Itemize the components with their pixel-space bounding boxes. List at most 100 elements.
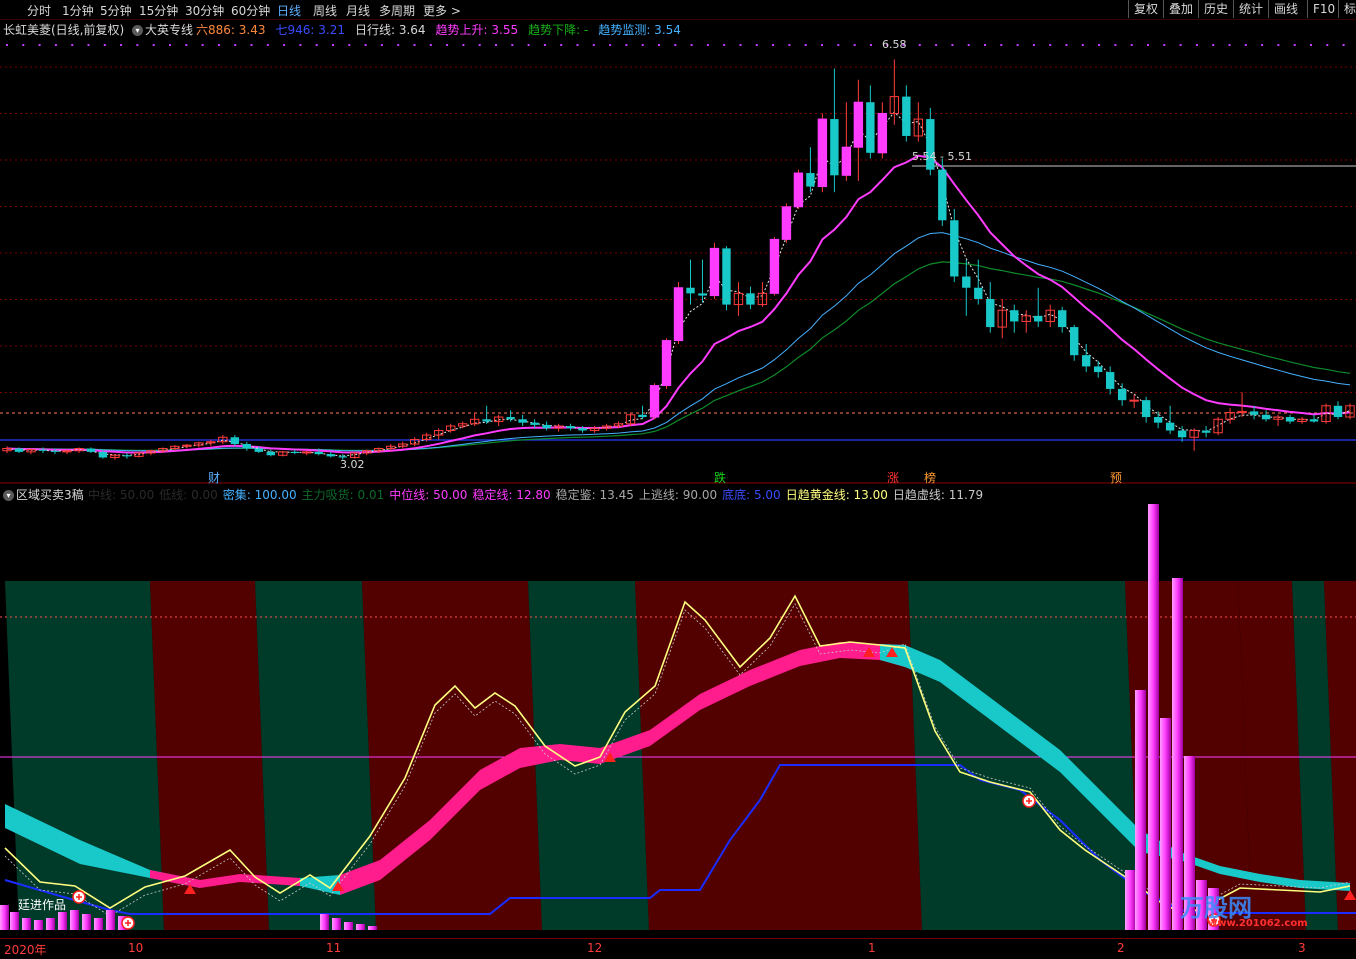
indicator-value: 中位线: 50.00 bbox=[389, 488, 468, 502]
dot-marker bbox=[6, 44, 8, 46]
tab-10[interactable]: 更多 > bbox=[423, 2, 461, 19]
candle-body bbox=[806, 173, 815, 187]
candle-body bbox=[673, 287, 684, 342]
candle-body bbox=[986, 298, 995, 328]
stock-title: 长虹美菱(日线,前复权) bbox=[3, 23, 125, 37]
toolbar-button-1[interactable]: 叠加 bbox=[1163, 0, 1198, 18]
tab-5[interactable]: 60分钟 bbox=[231, 2, 270, 19]
dot-marker bbox=[250, 44, 253, 46]
dot-marker bbox=[446, 44, 449, 46]
volume-bar bbox=[82, 914, 91, 930]
dot-marker bbox=[185, 44, 188, 46]
volume-bar bbox=[10, 912, 19, 930]
dot-marker bbox=[592, 44, 595, 46]
volume-bar bbox=[106, 910, 115, 930]
dot-marker bbox=[1326, 44, 1329, 46]
tab-9[interactable]: 多周期 bbox=[379, 2, 415, 19]
dot-marker bbox=[87, 44, 90, 46]
dot-marker bbox=[625, 44, 628, 46]
candle-body bbox=[950, 220, 959, 277]
toolbar-button-5[interactable]: F10 bbox=[1307, 0, 1340, 18]
dot-marker bbox=[103, 44, 106, 46]
indicator-value: 趋势监测: 3.54 bbox=[598, 23, 681, 37]
tab-7[interactable]: 周线 bbox=[313, 2, 337, 19]
dot-marker bbox=[201, 44, 204, 46]
toolbar-button-4[interactable]: 画线 bbox=[1268, 0, 1303, 18]
candle-body bbox=[709, 247, 720, 297]
dot-marker bbox=[413, 44, 416, 46]
candle-body bbox=[1249, 411, 1259, 415]
settings-icon[interactable]: ▾ bbox=[132, 25, 144, 36]
dot-marker bbox=[462, 44, 465, 46]
dot-marker bbox=[1261, 44, 1264, 46]
indicator-value: 趋势上升: 3.55 bbox=[435, 23, 519, 37]
dot-marker bbox=[935, 44, 938, 46]
dot-marker bbox=[266, 44, 269, 46]
axis-label-month: 11 bbox=[326, 941, 342, 955]
candle-body bbox=[50, 450, 60, 452]
candle-body bbox=[506, 417, 515, 420]
dot-marker bbox=[951, 44, 954, 46]
dot-marker bbox=[1098, 44, 1101, 46]
volume-bar bbox=[70, 910, 79, 930]
tab-4[interactable]: 30分钟 bbox=[185, 2, 224, 19]
candle-body bbox=[566, 426, 575, 429]
axis-label-year: 2020年 bbox=[4, 943, 47, 957]
dot-marker bbox=[576, 44, 579, 46]
candle-body bbox=[877, 112, 888, 154]
dot-marker bbox=[1195, 44, 1198, 46]
indicator-value: 底底: 5.00 bbox=[722, 488, 781, 502]
dot-marker bbox=[511, 44, 514, 46]
dot-marker bbox=[674, 44, 677, 46]
axis-label-month: 3 bbox=[1298, 941, 1306, 955]
candle-body bbox=[1034, 315, 1043, 322]
zone-band bbox=[908, 581, 1139, 930]
toolbar-button-2[interactable]: 历史 bbox=[1198, 0, 1233, 18]
dot-marker bbox=[1212, 44, 1215, 46]
dot-marker bbox=[332, 44, 334, 46]
signal-marker: 榜 bbox=[924, 471, 937, 485]
dot-marker bbox=[1342, 44, 1345, 46]
signal-marker: 财 bbox=[208, 471, 221, 485]
tab-0[interactable]: 分时 bbox=[27, 2, 51, 19]
dot-marker bbox=[658, 44, 660, 46]
candle-body bbox=[242, 444, 252, 449]
date-axis: 2020年 10 11 12 1 2 3 bbox=[0, 938, 1356, 959]
toolbar-button-0[interactable]: 复权 bbox=[1128, 0, 1163, 18]
dot-marker bbox=[152, 44, 155, 46]
candle-body bbox=[853, 101, 864, 148]
dot-marker bbox=[364, 44, 367, 46]
candle-body bbox=[1165, 422, 1175, 431]
tab-8[interactable]: 月线 bbox=[346, 2, 370, 19]
tab-3[interactable]: 15分钟 bbox=[139, 2, 178, 19]
candle-body bbox=[1309, 419, 1319, 422]
volume-bar bbox=[344, 922, 353, 930]
dot-marker bbox=[821, 44, 823, 46]
candle-body bbox=[1117, 388, 1127, 401]
main-header: 长虹美菱(日线,前复权) ▾ 大英专线 bbox=[3, 21, 193, 38]
dot-marker bbox=[723, 44, 726, 46]
dot-marker bbox=[1065, 44, 1068, 46]
candle-body bbox=[817, 118, 828, 188]
tab-1[interactable]: 1分钟 bbox=[62, 2, 94, 19]
volume-bar bbox=[1135, 690, 1146, 930]
candle-body bbox=[1201, 430, 1211, 433]
indicator-value: 稳定线: 12.80 bbox=[472, 488, 551, 502]
tab-6[interactable]: 日线 bbox=[277, 2, 301, 19]
candle-body bbox=[661, 340, 672, 387]
toolbar-button-3[interactable]: 统计 bbox=[1233, 0, 1268, 18]
dot-marker bbox=[495, 44, 497, 46]
dot-marker bbox=[136, 44, 139, 46]
dot-marker bbox=[1147, 44, 1149, 46]
toolbar-button-6[interactable]: 标 bbox=[1338, 0, 1356, 18]
candle-body bbox=[290, 451, 299, 454]
indicator-value: 稳定鉴: 13.45 bbox=[555, 488, 634, 502]
volume-bar bbox=[1172, 578, 1183, 930]
settings-icon[interactable]: ▾ bbox=[3, 490, 14, 501]
zone-band bbox=[635, 581, 922, 930]
dot-marker bbox=[348, 44, 351, 46]
dot-marker bbox=[706, 44, 709, 46]
dot-marker bbox=[853, 44, 856, 46]
tab-2[interactable]: 5分钟 bbox=[100, 2, 132, 19]
dot-marker bbox=[169, 44, 171, 46]
